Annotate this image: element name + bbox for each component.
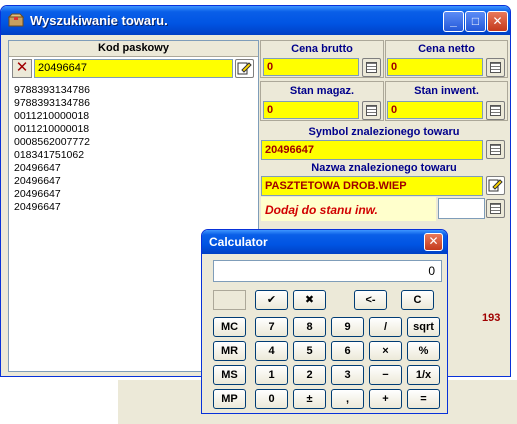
stan-magaz-calc-button[interactable] bbox=[362, 101, 381, 120]
key-sqrt[interactable]: sqrt bbox=[407, 317, 440, 337]
key-0[interactable]: 0 bbox=[255, 389, 288, 409]
key-percent[interactable]: % bbox=[407, 341, 440, 361]
list-item[interactable]: 20496647 bbox=[14, 175, 90, 188]
cena-netto-label: Cena netto bbox=[418, 43, 475, 55]
key-9[interactable]: 9 bbox=[331, 317, 364, 337]
cena-netto-calc-button[interactable] bbox=[486, 58, 505, 77]
list-item[interactable]: 20496647 bbox=[14, 162, 90, 175]
dodaj-input[interactable] bbox=[438, 198, 485, 219]
edit-barcode-button[interactable] bbox=[235, 59, 254, 78]
cena-netto-field[interactable]: 0 bbox=[387, 58, 483, 76]
stan-inwent-label: Stan inwent. bbox=[414, 85, 479, 97]
clear-barcode-button[interactable]: ✕ bbox=[12, 59, 32, 78]
calculator-icon bbox=[490, 62, 501, 73]
key-4[interactable]: 4 bbox=[255, 341, 288, 361]
box-icon bbox=[8, 13, 24, 27]
calculator-icon bbox=[366, 105, 377, 116]
calculator-window: Calculator ✕ 0 ✔ ✖ <- C MC 7 8 9 / sqrt … bbox=[201, 229, 448, 414]
list-item[interactable]: 20496647 bbox=[14, 188, 90, 201]
key-plusminus[interactable]: ± bbox=[293, 389, 326, 409]
key-mp[interactable]: MP bbox=[213, 389, 246, 409]
key-5[interactable]: 5 bbox=[293, 341, 326, 361]
edit-icon bbox=[488, 179, 503, 192]
window-title: Wyszukiwanie towaru. bbox=[30, 13, 168, 28]
calculator-icon bbox=[366, 62, 377, 73]
nazwa-field[interactable]: PASZTETOWA DROB.WIEP bbox=[261, 176, 483, 196]
list-item[interactable]: 0011210000018 bbox=[14, 123, 90, 136]
calculator-icon bbox=[490, 144, 501, 155]
cena-brutto-calc-button[interactable] bbox=[362, 58, 381, 77]
dodaj-calc-button[interactable] bbox=[486, 199, 505, 218]
key-clear[interactable]: C bbox=[401, 290, 434, 310]
key-mc[interactable]: MC bbox=[213, 317, 246, 337]
stan-magaz-field[interactable]: 0 bbox=[263, 101, 359, 119]
barcode-input[interactable]: 20496647 bbox=[34, 59, 233, 78]
list-item[interactable]: 20496647 bbox=[14, 201, 90, 214]
key-8[interactable]: 8 bbox=[293, 317, 326, 337]
key-3[interactable]: 3 bbox=[331, 365, 364, 385]
list-item[interactable]: 0011210000018 bbox=[14, 110, 90, 123]
stan-magaz-label: Stan magaz. bbox=[289, 85, 355, 97]
barcode-history-list[interactable]: 9788393134786 9788393134786 001121000001… bbox=[14, 84, 90, 214]
x-icon: ✕ bbox=[15, 59, 29, 76]
memory-indicator bbox=[213, 290, 246, 310]
calculator-close-button[interactable]: ✕ bbox=[424, 233, 443, 251]
calculator-icon bbox=[490, 105, 501, 116]
list-item[interactable]: 018341751062 bbox=[14, 149, 90, 162]
cena-brutto-label: Cena brutto bbox=[291, 43, 353, 55]
key-ok[interactable]: ✔ bbox=[255, 290, 288, 310]
item-count: 193 bbox=[482, 312, 501, 324]
list-item[interactable]: 9788393134786 bbox=[14, 84, 90, 97]
key-7[interactable]: 7 bbox=[255, 317, 288, 337]
edit-icon bbox=[237, 62, 252, 75]
key-6[interactable]: 6 bbox=[331, 341, 364, 361]
symbol-field[interactable]: 20496647 bbox=[261, 140, 483, 160]
key-minus[interactable]: − bbox=[369, 365, 402, 385]
key-backspace[interactable]: <- bbox=[354, 290, 387, 310]
key-equals[interactable]: = bbox=[407, 389, 440, 409]
calculator-title-bar[interactable]: Calculator bbox=[202, 230, 447, 254]
key-reciprocal[interactable]: 1/x bbox=[407, 365, 440, 385]
key-decimal[interactable]: , bbox=[331, 389, 364, 409]
key-2[interactable]: 2 bbox=[293, 365, 326, 385]
calculator-title: Calculator bbox=[209, 235, 268, 249]
close-button[interactable]: ✕ bbox=[487, 11, 508, 32]
stan-inwent-calc-button[interactable] bbox=[486, 101, 505, 120]
barcode-header: Kod paskowy bbox=[98, 42, 169, 54]
calculator-display: 0 bbox=[213, 260, 442, 282]
title-bar[interactable]: Wyszukiwanie towaru. _ □ ✕ bbox=[1, 6, 510, 35]
key-divide[interactable]: / bbox=[369, 317, 402, 337]
key-multiply[interactable]: × bbox=[369, 341, 402, 361]
key-plus[interactable]: + bbox=[369, 389, 402, 409]
calculator-icon bbox=[490, 203, 501, 214]
stan-inwent-field[interactable]: 0 bbox=[387, 101, 483, 119]
nazwa-label: Nazwa znalezionego towaru bbox=[311, 162, 457, 174]
key-ms[interactable]: MS bbox=[213, 365, 246, 385]
key-mr[interactable]: MR bbox=[213, 341, 246, 361]
cena-brutto-field[interactable]: 0 bbox=[263, 58, 359, 76]
maximize-button[interactable]: □ bbox=[465, 11, 486, 32]
edit-nazwa-button[interactable] bbox=[486, 176, 505, 195]
key-1[interactable]: 1 bbox=[255, 365, 288, 385]
minimize-button[interactable]: _ bbox=[443, 11, 464, 32]
list-item[interactable]: 9788393134786 bbox=[14, 97, 90, 110]
symbol-label: Symbol znalezionego towaru bbox=[308, 126, 460, 138]
key-cancel[interactable]: ✖ bbox=[293, 290, 326, 310]
dodaj-label: Dodaj do stanu inw. bbox=[265, 203, 378, 217]
symbol-calc-button[interactable] bbox=[486, 140, 505, 159]
list-item[interactable]: 0008562007772 bbox=[14, 136, 90, 149]
